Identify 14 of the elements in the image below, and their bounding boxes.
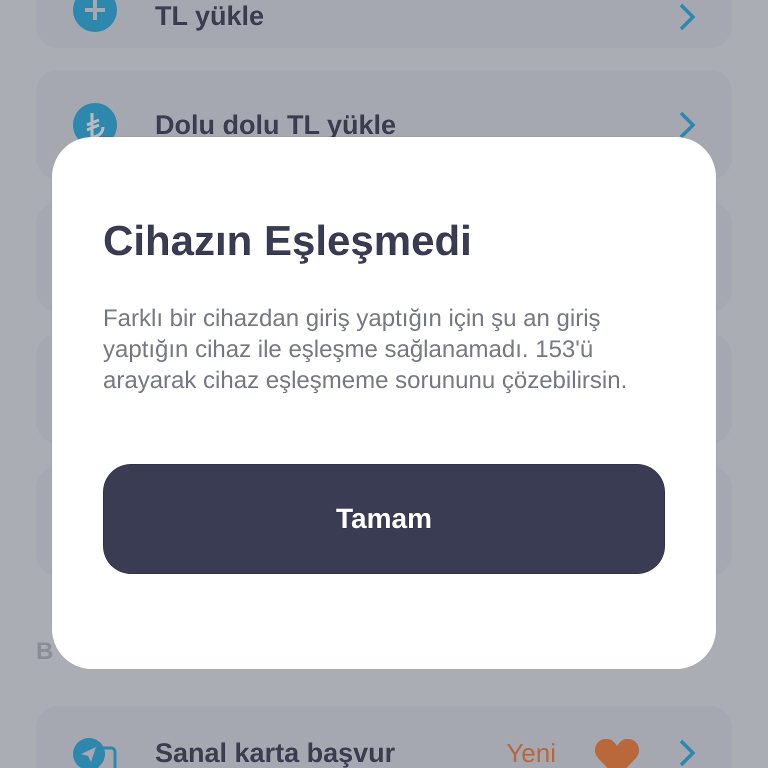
item-label: TL yükle: [155, 1, 266, 32]
plus-icon: [73, 0, 117, 32]
list-card[interactable]: TL yükle: [36, 0, 732, 48]
chevron-right-icon: [678, 110, 696, 140]
chevron-right-icon: [678, 738, 696, 768]
new-label: Yeni: [506, 738, 556, 768]
list-card[interactable]: Sanal karta başvur Yeni: [36, 706, 732, 768]
item-label: Sanal karta başvur: [155, 738, 396, 768]
dialog-title: Cihazın Eşleşmedi: [103, 217, 473, 265]
dialog-message: Farklı bir cihazdan giriş yaptığın için şu an giriş yaptığın cihaz ile eşleşme sağlanamadı. 153'ü arayarak cihaz eşleşmeme sorununu çözebilirsin.: [103, 304, 628, 396]
heart-icon: [594, 738, 640, 768]
ok-button[interactable]: Tamam: [103, 464, 665, 574]
item-label: Dolu dolu TL yükle: [155, 110, 398, 140]
chevron-right-icon: [678, 2, 696, 32]
